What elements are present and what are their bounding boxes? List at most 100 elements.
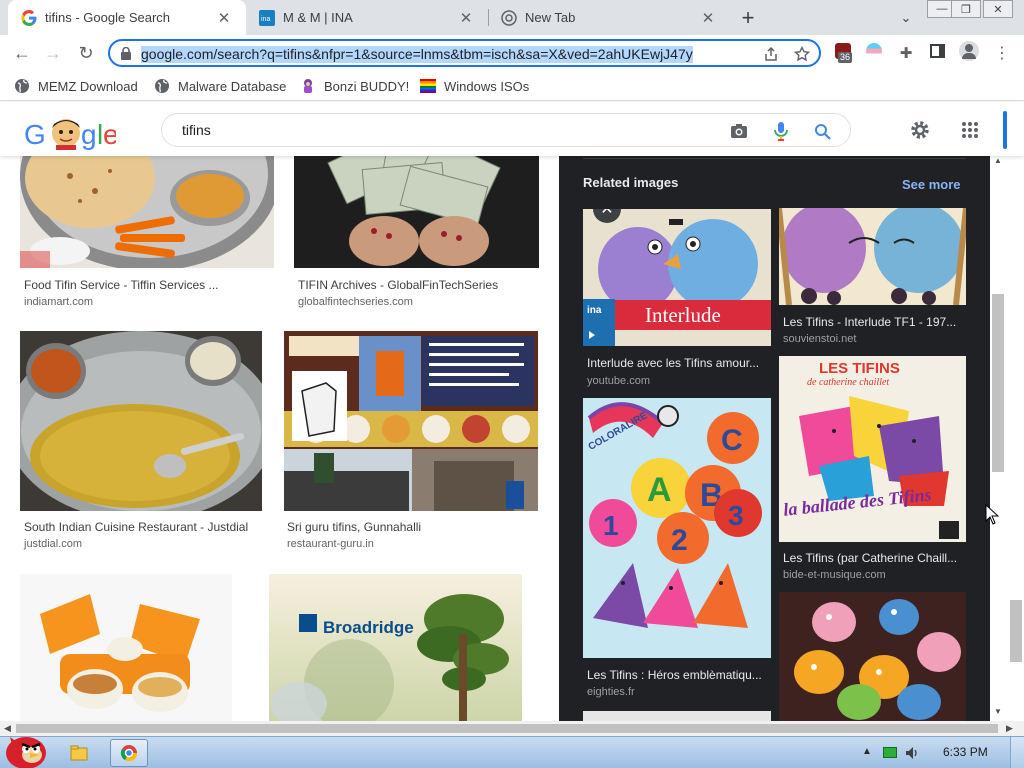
les-tifins-image-text: LES TIFINS (819, 360, 900, 377)
scroll-right-arrow-icon[interactable]: ▶ (1006, 723, 1013, 734)
url-text[interactable]: google.com/search?q=tifins&nfpr=1&source… (141, 46, 693, 63)
result-title[interactable]: Sri guru tifins, Gunnahalli (287, 520, 527, 534)
panel-scroll-thumb[interactable] (992, 294, 1004, 472)
related-title[interactable]: Les Tifins (par Catherine Chaill... (783, 551, 964, 565)
result-title[interactable]: Food Tifin Service - Tiffin Services ... (24, 278, 264, 292)
settings-gear-icon[interactable] (909, 119, 931, 141)
result-thumb-money[interactable] (294, 156, 539, 268)
tray-network-icon[interactable] (883, 747, 897, 758)
result-source[interactable]: justdial.com (24, 538, 82, 550)
related-source[interactable]: eighties.fr (587, 686, 635, 698)
bookmark-label: Malware Database (178, 78, 287, 94)
search-input[interactable]: tifins (182, 122, 211, 138)
result-thumb-south-indian[interactable] (20, 331, 262, 511)
related-images-panel: Related images See more ina Interlude ✕ … (559, 156, 990, 721)
result-title[interactable]: TIFIN Archives - GlobalFinTechSeries (298, 278, 538, 292)
result-thumb-food-tifin[interactable] (20, 156, 274, 268)
related-title[interactable]: Les Tifins - Interlude TF1 - 197... (783, 315, 964, 329)
star-bookmark-icon[interactable] (794, 46, 810, 62)
bookmark-memz[interactable]: MEMZ Download (14, 76, 138, 96)
related-thumb-tifins-tf1[interactable] (779, 208, 966, 305)
result-source[interactable]: indiamart.com (24, 296, 93, 308)
scroll-up-arrow-icon[interactable]: ▲ (994, 156, 1004, 166)
tray-expand-arrow-icon[interactable]: ▲ (862, 746, 872, 757)
bookmark-label: Bonzi BUDDY! (324, 78, 410, 94)
explorer-folder-icon[interactable] (70, 744, 88, 762)
reload-icon[interactable]: ↻ (71, 38, 101, 68)
related-thumb-coloralire[interactable]: C A B 1 2 3 COLORALIRE (583, 398, 771, 658)
related-source[interactable]: youtube.com (587, 375, 650, 387)
bookmark-bonzi-buddy[interactable]: Bonzi BUDDY! (300, 76, 409, 96)
bookmark-windows-isos[interactable]: Windows ISOs (420, 76, 529, 96)
profile-indicator[interactable] (1003, 111, 1007, 149)
ina-badge-text: ina (587, 305, 602, 316)
bookmark-label: MEMZ Download (38, 78, 138, 94)
close-window-icon[interactable]: ✕ (983, 0, 1013, 18)
bookmarks-bar: MEMZ Download Malware Database Bonzi BUD… (0, 71, 1024, 101)
camera-icon[interactable] (730, 123, 748, 139)
google-g-icon (21, 9, 37, 26)
scroll-down-arrow-icon[interactable]: ▼ (994, 707, 1004, 717)
extension-badge: 36 (838, 52, 853, 63)
search-box[interactable]: tifins (161, 113, 851, 147)
tab-strip: tifins - Google Search ✕ ina M & M | INA… (0, 0, 1024, 35)
tray-volume-icon[interactable] (904, 745, 920, 761)
close-tab-icon[interactable]: ✕ (458, 10, 474, 27)
share-icon[interactable] (763, 46, 779, 62)
page-scroll-thumb[interactable] (1010, 600, 1022, 662)
related-thumb-partial[interactable] (583, 711, 771, 721)
tab-google-search[interactable]: tifins - Google Search ✕ (8, 0, 246, 35)
result-thumb-orange-tifin[interactable] (20, 574, 232, 721)
show-desktop-button[interactable] (1010, 737, 1024, 768)
forward-arrow-icon[interactable]: → (38, 38, 68, 68)
extensions-puzzle-icon[interactable]: ✚ (891, 38, 921, 68)
result-thumb-broadridge[interactable]: Broadridge (269, 574, 522, 721)
microphone-icon[interactable] (774, 122, 788, 141)
horizontal-scrollbar[interactable]: ◀ ▶ (0, 721, 1024, 736)
chrome-icon (501, 9, 517, 26)
catherine-image-text: de catherine chaillet (807, 377, 890, 388)
related-title[interactable]: Interlude avec les Tifins amour... (587, 356, 769, 370)
start-button-angry-bird-icon[interactable] (2, 729, 48, 768)
result-title[interactable]: South Indian Cuisine Restaurant - Justdi… (24, 520, 264, 534)
broadridge-logo-text: Broadridge (323, 618, 414, 637)
bookmark-malware-database[interactable]: Malware Database (154, 76, 286, 96)
restore-icon[interactable]: ❐ (951, 0, 981, 18)
tab-ina[interactable]: ina M & M | INA ✕ (246, 0, 488, 35)
result-source[interactable]: restaurant-guru.in (287, 538, 374, 550)
svg-text:1: 1 (603, 510, 619, 541)
svg-text:A: A (647, 471, 672, 509)
extension-shield-icon[interactable]: 36 (835, 43, 853, 63)
svg-text:3: 3 (728, 500, 744, 531)
vertical-scrollbar[interactable]: ▲ ▼ (990, 156, 1024, 721)
related-thumb-ballade[interactable]: LES TIFINS de catherine chaillet la ball… (779, 356, 966, 542)
related-title[interactable]: Les Tifins : Héros emblèmatiqu... (587, 668, 769, 682)
back-arrow-icon[interactable]: ← (7, 38, 37, 68)
horizontal-scroll-thumb[interactable] (16, 724, 998, 733)
tab-search-chevron-icon[interactable]: ⌄ (892, 4, 920, 32)
lock-icon[interactable] (120, 47, 132, 60)
profile-avatar-icon[interactable] (959, 41, 979, 61)
result-thumb-sri-guru[interactable] (284, 331, 538, 511)
related-source[interactable]: bide-et-musique.com (783, 569, 886, 581)
see-more-link[interactable]: See more (902, 177, 961, 192)
taskbar-chrome-button[interactable] (110, 739, 148, 767)
side-panel-icon[interactable] (930, 44, 945, 58)
address-bar[interactable]: google.com/search?q=tifins&nfpr=1&source… (108, 39, 821, 67)
apps-grid-icon[interactable] (961, 121, 979, 139)
clock-time[interactable]: 6:33 PM (943, 745, 988, 759)
browser-toolbar: ← → ↻ google.com/search?q=tifins&nfpr=1&… (0, 35, 1024, 71)
new-tab-plus-icon[interactable]: + (734, 4, 762, 32)
tab-new-tab[interactable]: New Tab ✕ (488, 0, 730, 35)
related-thumb-interlude[interactable]: ina Interlude ✕ (583, 209, 771, 346)
related-source[interactable]: souvienstoi.net (783, 333, 856, 345)
close-tab-icon[interactable]: ✕ (700, 10, 716, 27)
search-icon[interactable] (814, 123, 831, 140)
extension-flag-icon[interactable] (866, 43, 882, 59)
result-source[interactable]: globalfintechseries.com (298, 296, 413, 308)
google-doodle-logo[interactable]: G g l e (24, 116, 116, 150)
menu-kebab-icon[interactable]: ⋮ (987, 38, 1017, 68)
svg-text:g: g (81, 119, 97, 150)
related-thumb-figurines[interactable] (779, 592, 966, 721)
close-tab-icon[interactable]: ✕ (216, 10, 232, 27)
